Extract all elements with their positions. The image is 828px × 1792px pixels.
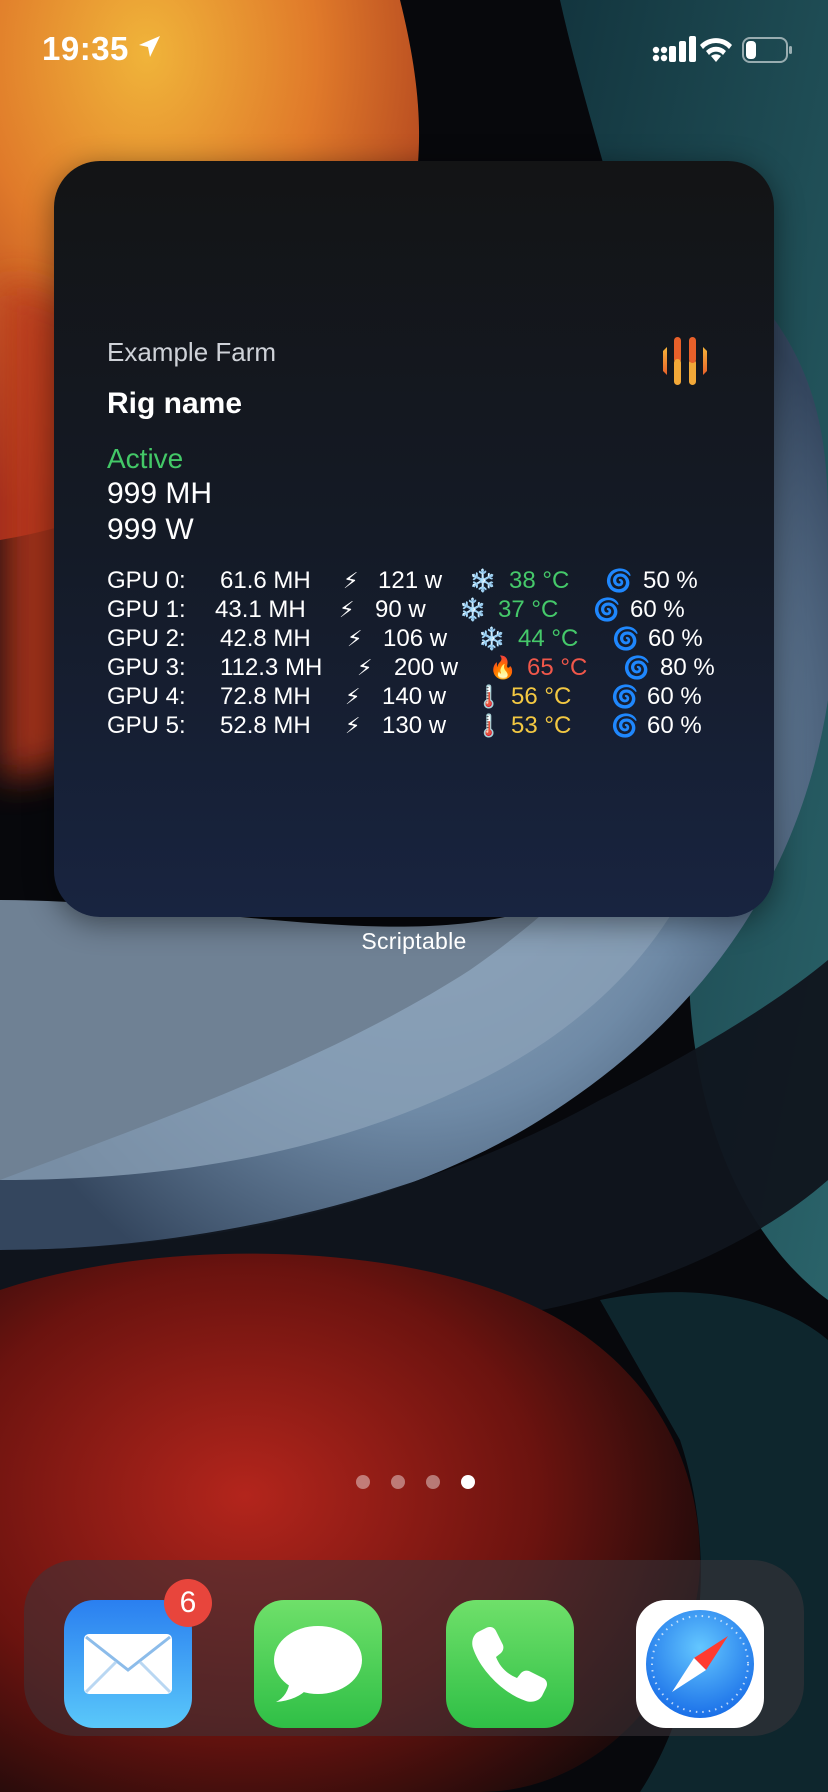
lightning-icon: ⚡ xyxy=(345,713,361,738)
gpu-label: GPU 0: xyxy=(107,567,186,594)
battery-icon xyxy=(742,37,792,63)
widget-caption: Scriptable xyxy=(361,928,467,954)
rig-hashrate: 999 MH xyxy=(107,477,213,510)
gpu-temp: 44 °C xyxy=(518,625,579,652)
hiveos-logo-icon xyxy=(663,337,707,385)
fan-cyclone-icon: 🌀 xyxy=(612,626,640,651)
fan-cyclone-icon: 🌀 xyxy=(611,713,639,738)
hiveos-widget[interactable]: Example Farm Rig name Active 999 MH 999 … xyxy=(54,161,774,917)
status-time: 19:35 xyxy=(42,30,129,67)
fan-cyclone-icon: 🌀 xyxy=(623,655,651,680)
rig-status: Active xyxy=(107,443,184,474)
phone-handset-icon xyxy=(446,1600,574,1728)
gpu-power: 140 w xyxy=(382,683,447,710)
gpu-hashrate: 42.8 MH xyxy=(220,625,311,652)
fan-cyclone-icon: 🌀 xyxy=(611,684,639,709)
safari-app[interactable] xyxy=(636,1600,764,1728)
lightning-icon: ⚡ xyxy=(357,655,373,680)
fan-cyclone-icon: 🌀 xyxy=(593,597,621,622)
gpu-temp: 53 °C xyxy=(511,712,572,739)
gpu-hashrate: 61.6 MH xyxy=(220,567,311,594)
gpu-fan: 50 % xyxy=(643,567,698,594)
page-indicator[interactable] xyxy=(356,1475,476,1491)
rig-name: Rig name xyxy=(107,387,243,420)
snowflake-icon: ❄️ xyxy=(459,597,487,622)
thermometer-icon: 🌡️ xyxy=(475,684,503,709)
lightning-icon: ⚡ xyxy=(347,626,363,651)
gpu-hashrate: 43.1 MH xyxy=(215,596,306,623)
lightning-icon: ⚡ xyxy=(343,568,359,593)
gpu-label: GPU 5: xyxy=(107,712,186,739)
gpu-power: 130 w xyxy=(382,712,447,739)
gpu-power: 90 w xyxy=(375,596,426,623)
thermometer-icon: 🌡️ xyxy=(475,713,503,738)
location-arrow-icon xyxy=(139,36,160,57)
gpu-label: GPU 2: xyxy=(107,625,186,652)
page-dot[interactable] xyxy=(426,1475,440,1489)
page-dot[interactable] xyxy=(391,1475,405,1489)
farm-name: Example Farm xyxy=(107,337,277,367)
gpu-hashrate: 52.8 MH xyxy=(220,712,311,739)
gpu-power: 121 w xyxy=(378,567,443,594)
gpu-temp: 38 °C xyxy=(509,567,570,594)
fire-icon: 🔥 xyxy=(489,655,517,680)
snowflake-icon: ❄️ xyxy=(478,626,506,651)
gpu-fan: 60 % xyxy=(648,625,703,652)
gpu-hashrate: 72.8 MH xyxy=(220,683,311,710)
lightning-icon: ⚡ xyxy=(345,684,361,709)
rig-power: 999 W xyxy=(107,513,194,546)
messages-app[interactable] xyxy=(254,1600,382,1728)
wifi-icon xyxy=(700,38,732,62)
cellular-signal-icon xyxy=(652,36,696,62)
gpu-fan: 60 % xyxy=(647,712,702,739)
gpu-temp: 65 °C xyxy=(527,654,588,681)
mail-badge: 6 xyxy=(164,1579,212,1627)
status-bar: 19:35 xyxy=(0,0,828,100)
gpu-power: 200 w xyxy=(394,654,459,681)
phone-app[interactable] xyxy=(446,1600,574,1728)
gpu-fan: 60 % xyxy=(647,683,702,710)
gpu-temp: 56 °C xyxy=(511,683,572,710)
gpu-label: GPU 3: xyxy=(107,654,186,681)
gpu-hashrate: 112.3 MH xyxy=(220,654,323,681)
snowflake-icon: ❄️ xyxy=(469,568,497,593)
page-dot-active[interactable] xyxy=(461,1475,475,1489)
fan-cyclone-icon: 🌀 xyxy=(605,568,633,593)
compass-icon xyxy=(636,1600,764,1728)
gpu-label: GPU 1: xyxy=(107,596,186,623)
gpu-power: 106 w xyxy=(383,625,448,652)
page-dot[interactable] xyxy=(356,1475,370,1489)
gpu-fan: 80 % xyxy=(660,654,715,681)
lightning-icon: ⚡ xyxy=(339,597,355,622)
gpu-fan: 60 % xyxy=(630,596,685,623)
speech-bubble-icon xyxy=(254,1600,382,1728)
gpu-temp: 37 °C xyxy=(498,596,559,623)
gpu-label: GPU 4: xyxy=(107,683,186,710)
